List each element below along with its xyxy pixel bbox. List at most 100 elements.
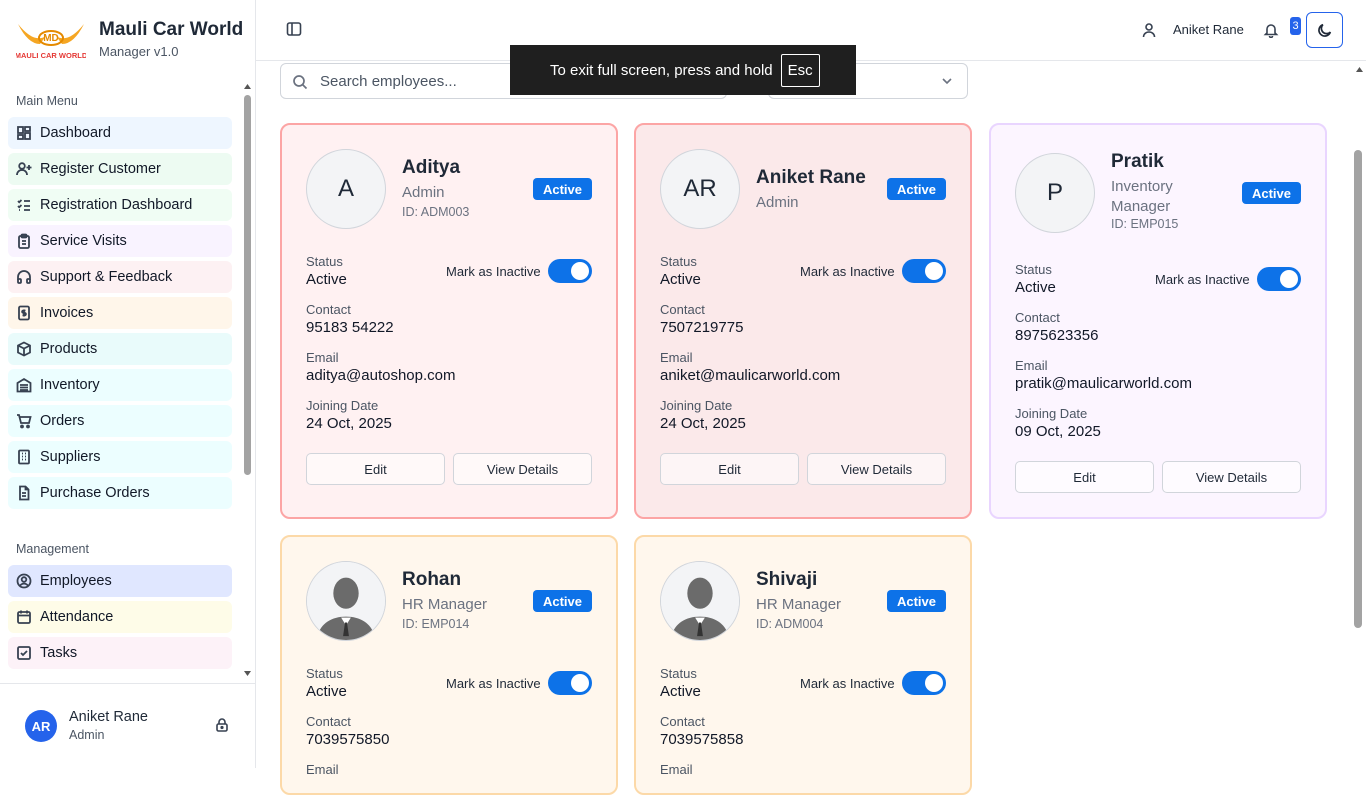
chevron-down-icon[interactable] — [940, 74, 954, 88]
package-icon — [16, 341, 32, 357]
scroll-down-arrow-icon[interactable] — [243, 670, 252, 678]
sidebar-item-registration-dashboard[interactable]: Registration Dashboard — [8, 189, 232, 221]
contact-value: 7039575858 — [660, 731, 744, 748]
layout-dashboard-icon — [16, 125, 32, 141]
employee-id: ID: EMP014 — [402, 617, 470, 631]
nav-item-label: Tasks — [40, 645, 78, 661]
employee-name: Pratik — [1111, 151, 1164, 172]
mark-inactive-label: Mark as Inactive — [800, 676, 895, 691]
nav-item-label: Service Visits — [40, 233, 127, 249]
fullscreen-notice-text: To exit full screen, press and hold — [550, 61, 773, 79]
joining-date-value: 24 Oct, 2025 — [306, 415, 392, 432]
email-label: Email — [660, 762, 693, 777]
lock-icon[interactable] — [214, 717, 230, 733]
contact-label: Contact — [306, 714, 351, 729]
mark-inactive-label: Mark as Inactive — [1155, 272, 1250, 287]
search-icon — [293, 75, 308, 90]
nav-item-label: Registration Dashboard — [40, 197, 193, 213]
active-toggle[interactable] — [902, 259, 946, 283]
sidebar-item-orders[interactable]: Orders — [8, 405, 232, 437]
employee-id: ID: ADM003 — [402, 205, 470, 219]
sidebar-item-products[interactable]: Products — [8, 333, 232, 365]
view-details-button[interactable]: View Details — [807, 453, 946, 485]
employee-name: Aniket Rane — [756, 167, 866, 188]
edit-button[interactable]: Edit — [306, 453, 445, 485]
joining-date-label: Joining Date — [660, 398, 733, 413]
employee-role: Admin — [402, 184, 445, 201]
status-value: Active — [660, 271, 701, 288]
view-details-button[interactable]: View Details — [1162, 461, 1301, 493]
sidebar-item-invoices[interactable]: Invoices — [8, 297, 232, 329]
active-toggle[interactable] — [548, 259, 592, 283]
email-label: Email — [306, 762, 339, 777]
employee-name: Shivaji — [756, 569, 818, 590]
edit-button[interactable]: Edit — [660, 453, 799, 485]
email-label: Email — [660, 350, 693, 365]
profile-photo-icon — [307, 562, 385, 640]
status-badge: Active — [887, 178, 946, 200]
theme-toggle-button[interactable] — [1306, 12, 1343, 48]
sidebar-item-service-visits[interactable]: Service Visits — [8, 225, 232, 257]
status-badge: Active — [1242, 182, 1301, 204]
status-label: Status — [660, 666, 697, 681]
status-badge: Active — [533, 178, 592, 200]
contact-value: 7507219775 — [660, 319, 744, 336]
sidebar-item-employees[interactable]: Employees — [8, 565, 232, 597]
user-plus-icon — [16, 161, 32, 177]
nav-item-label: Attendance — [40, 609, 114, 625]
status-value: Active — [660, 683, 701, 700]
calendar-icon — [16, 609, 32, 625]
avatar-initials: A — [337, 175, 354, 202]
edit-button[interactable]: Edit — [1015, 461, 1154, 493]
sidebar-toggle-icon[interactable] — [286, 21, 302, 37]
avatar: P — [1015, 153, 1095, 233]
avatar — [306, 561, 386, 641]
joining-date-value: 09 Oct, 2025 — [1015, 423, 1101, 440]
sidebar-item-inventory[interactable]: Inventory — [8, 369, 232, 401]
scroll-up-arrow-icon[interactable] — [243, 82, 252, 90]
avatar[interactable]: AR — [25, 710, 57, 742]
user-circle-icon — [16, 573, 32, 589]
esc-key: Esc — [780, 53, 820, 87]
profile-photo-icon — [661, 562, 739, 640]
main-menu-heading: Main Menu — [16, 94, 78, 108]
list-checks-icon — [16, 197, 32, 213]
sidebar-scroll-thumb[interactable] — [244, 95, 251, 475]
employee-role: Admin — [756, 194, 799, 211]
status-badge: Active — [533, 590, 592, 612]
user-icon[interactable] — [1141, 22, 1157, 38]
status-badge: Active — [887, 590, 946, 612]
top-user-name[interactable]: Aniket Rane — [1173, 22, 1244, 37]
sidebar-user-role: Admin — [69, 728, 105, 742]
avatar-initials: AR — [683, 175, 717, 202]
check-square-icon — [16, 645, 32, 661]
joining-date-label: Joining Date — [1015, 406, 1088, 421]
sidebar-item-tasks[interactable]: Tasks — [8, 637, 232, 669]
email-label: Email — [1015, 358, 1048, 373]
mark-inactive-label: Mark as Inactive — [800, 264, 895, 279]
scroll-up-arrow-icon[interactable] — [1355, 65, 1364, 73]
contact-label: Contact — [660, 302, 705, 317]
sidebar-item-dashboard[interactable]: Dashboard — [8, 117, 232, 149]
svg-text:MD: MD — [43, 33, 59, 44]
brand-logo: MD MAULI CAR WORLD — [16, 24, 86, 60]
brand-header: MD MAULI CAR WORLD Mauli Car World Manag… — [0, 0, 256, 77]
employee-role: HR Manager — [402, 596, 488, 613]
active-toggle[interactable] — [902, 671, 946, 695]
mark-inactive-label: Mark as Inactive — [446, 264, 541, 279]
mark-inactive-label: Mark as Inactive — [446, 676, 541, 691]
active-toggle[interactable] — [1257, 267, 1301, 291]
email-value: pratik@maulicarworld.com — [1015, 375, 1192, 392]
nav-item-label: Inventory — [40, 377, 100, 393]
nav-item-label: Invoices — [40, 305, 94, 321]
sidebar-item-suppliers[interactable]: Suppliers — [8, 441, 232, 473]
bell-icon[interactable] — [1263, 22, 1279, 38]
view-details-button[interactable]: View Details — [453, 453, 592, 485]
status-label: Status — [1015, 262, 1052, 277]
main-scroll-thumb[interactable] — [1354, 150, 1362, 628]
sidebar-item-support-feedback[interactable]: Support & Feedback — [8, 261, 232, 293]
active-toggle[interactable] — [548, 671, 592, 695]
sidebar-item-attendance[interactable]: Attendance — [8, 601, 232, 633]
sidebar-item-purchase-orders[interactable]: Purchase Orders — [8, 477, 232, 509]
sidebar-item-register-customer[interactable]: Register Customer — [8, 153, 232, 185]
